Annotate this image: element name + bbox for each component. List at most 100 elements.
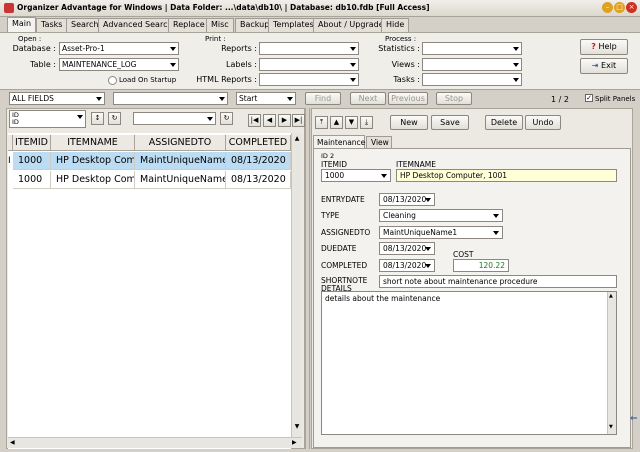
tab-replace[interactable]: Replace [168,18,210,32]
reports-select[interactable] [259,42,359,55]
column-header-itemname[interactable]: ITEMNAME [51,135,135,151]
tab-main[interactable]: Main [7,17,37,33]
sort-direction-icon[interactable]: ↕ [91,112,104,125]
shortnote-field[interactable]: short note about maintenance procedure [379,275,617,288]
statistics-select[interactable] [422,42,522,55]
horizontal-scrollbar[interactable]: ◀ ▶ [8,437,302,448]
itemid-field[interactable]: 1000 [321,169,391,182]
cell-itemname[interactable]: HP Desktop Comp [51,152,135,170]
vertical-scrollbar[interactable]: ▲ ▼ [291,133,302,437]
entrydate-field[interactable]: 08/13/2020 [379,193,435,206]
filter-refresh-icon[interactable]: ↻ [220,112,233,125]
cell-assignedto[interactable]: MaintUniqueName1 [135,152,226,170]
cost-label: COST [453,250,474,259]
close-icon[interactable]: × [626,2,637,13]
prev-record-icon[interactable]: ◀ [263,114,276,127]
html-reports-select[interactable] [259,73,359,86]
type-select[interactable]: Cleaning [379,209,503,222]
sort-field-select[interactable]: ID ID [9,110,86,128]
assignedto-select[interactable]: MaintUniqueName1 [379,226,503,239]
scroll-down-icon[interactable]: ▼ [293,423,301,433]
reports-label: Reports : [221,44,257,53]
column-header-itemid[interactable]: ITEMID [13,135,51,151]
first-record-icon[interactable]: |◀ [248,114,261,127]
tab-view[interactable]: View [366,136,392,148]
move-down-icon[interactable]: ▼ [345,116,358,129]
menu-bar: Main Tasks Search Advanced Search Replac… [0,17,640,33]
labels-select[interactable] [259,58,359,71]
panel-splitter[interactable] [305,108,310,449]
move-first-icon[interactable]: ⤒ [315,116,328,129]
table-value: MAINTENANCE_LOG [62,60,137,69]
scroll-up-icon[interactable]: ▲ [609,293,613,299]
tab-misc[interactable]: Misc [206,18,234,32]
tab-advanced-search[interactable]: Advanced Search [98,18,178,32]
scroll-down-icon[interactable]: ▼ [609,424,613,430]
resize-arrow-icon[interactable]: ⇐ [630,414,638,424]
id-label: ID 2 [321,152,335,160]
scroll-right-icon[interactable]: ▶ [292,439,297,446]
column-header-completed[interactable]: COMPLETED [226,135,291,151]
next-record-icon[interactable]: ▶ [278,114,291,127]
load-on-startup-checkbox[interactable] [108,76,117,85]
table-select[interactable]: MAINTENANCE_LOG [59,58,179,71]
scroll-left-icon[interactable]: ◀ [10,439,15,446]
filter-select[interactable] [133,112,216,125]
html-reports-label: HTML Reports : [196,75,257,84]
tab-about-upgrade[interactable]: About / Upgrade [313,18,389,32]
stop-button[interactable]: Stop [436,92,472,105]
help-icon: ? [591,42,596,51]
tab-maintenance[interactable]: Maintenance [313,135,365,148]
chevron-down-icon [381,174,387,178]
database-select[interactable]: Asset-Pro-1 [59,42,179,55]
scroll-up-icon[interactable]: ▲ [293,135,301,145]
next-button[interactable]: Next [350,92,386,105]
cell-itemid[interactable]: 1000 [13,152,51,170]
tasks-select[interactable] [422,73,522,86]
column-header-assignedto[interactable]: ASSIGNEDTO [135,135,226,151]
undo-button[interactable]: Undo [525,115,561,130]
load-on-startup-label: Load On Startup [119,76,177,84]
duedate-field[interactable]: 08/13/2020 [379,242,435,255]
cell-assignedto[interactable]: MaintUniqueName1 [135,171,226,189]
search-field-select[interactable]: ALL FIELDS [9,92,105,105]
cell-itemname[interactable]: HP Desktop Comp [51,171,135,189]
search-mode-value: Start [239,94,258,103]
maximize-icon[interactable]: □ [614,2,625,13]
page-count: 1 / 2 [551,95,569,104]
exit-button[interactable]: ⇥ Exit [580,58,628,74]
itemname-field[interactable]: HP Desktop Computer, 1001 [396,169,617,182]
cell-completed[interactable]: 08/13/2020 [226,171,291,189]
views-label: Views : [391,60,420,69]
details-textarea[interactable]: details about the maintenance [321,291,617,435]
chevron-down-icon [287,97,293,101]
help-button[interactable]: ? Help [580,39,628,55]
chevron-down-icon [425,198,431,202]
tab-tasks[interactable]: Tasks [36,18,68,32]
refresh-icon[interactable]: ↻ [108,112,121,125]
cell-completed[interactable]: 08/13/2020 [226,152,291,170]
tab-hide[interactable]: Hide [381,18,410,32]
previous-button[interactable]: Previous [388,92,428,105]
search-input[interactable] [113,92,228,105]
sort-field-sub: ID [12,118,19,126]
completed-field[interactable]: 08/13/2020 [379,259,435,272]
search-mode-select[interactable]: Start [236,92,296,105]
minimize-icon[interactable]: – [602,2,613,13]
cell-itemid[interactable]: 1000 [13,171,51,189]
move-last-icon[interactable]: ⤓ [360,116,373,129]
cost-field[interactable]: 120.22 [453,259,509,272]
last-record-icon[interactable]: ▶| [292,114,305,127]
split-panels-checkbox[interactable]: ✓ [585,94,593,102]
move-up-icon[interactable]: ▲ [330,116,343,129]
open-group-title: Open : [18,35,42,43]
find-button[interactable]: Find [305,92,341,105]
new-button[interactable]: New [390,115,428,130]
delete-button[interactable]: Delete [485,115,523,130]
tab-templates[interactable]: Templates [268,18,319,32]
views-select[interactable] [422,58,522,71]
details-scrollbar[interactable]: ▲ ▼ [607,292,616,434]
tasks-label: Tasks : [393,75,420,84]
chevron-down-icon [425,264,431,268]
save-button[interactable]: Save [431,115,469,130]
